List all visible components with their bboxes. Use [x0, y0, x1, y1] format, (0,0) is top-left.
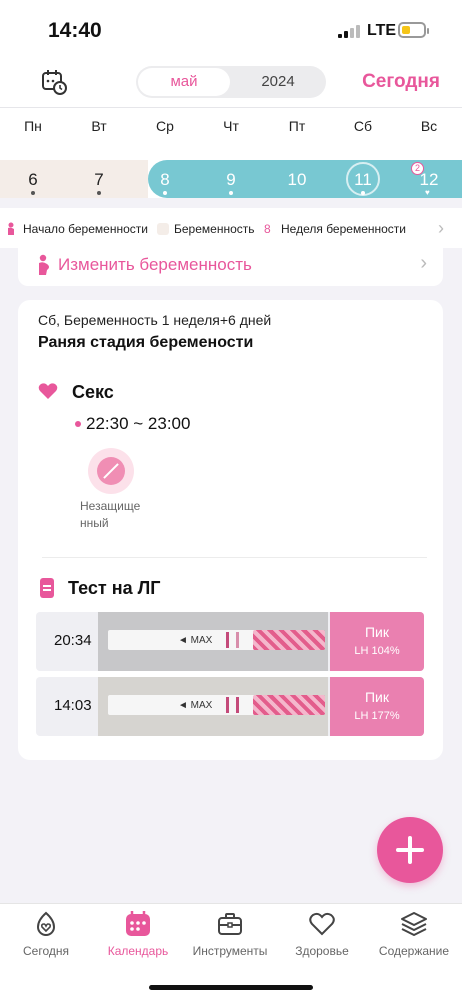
weekday-fri: Пт — [288, 118, 306, 134]
weekday-thu: Чт — [223, 118, 239, 134]
nav-today[interactable]: Сегодня — [0, 910, 92, 958]
today-button[interactable]: Сегодня — [362, 71, 440, 93]
date-cell[interactable]: 9 — [198, 170, 264, 190]
legend-pregnancy-swatch — [157, 223, 169, 235]
sex-time-range[interactable]: 22:30 ~ 23:00 — [86, 414, 190, 434]
nav-health[interactable]: Здоровье — [276, 910, 368, 958]
calendar-header: май 2024 Сегодня — [0, 56, 462, 108]
lh-test-row[interactable]: 20:34 ◄ MAX Пик LH 104% — [36, 612, 424, 671]
legend-pregnancy: Беременность — [174, 222, 255, 236]
nav-content[interactable]: Содержание — [368, 910, 460, 958]
unprotected-label: Незащище нный — [80, 499, 141, 530]
record-count-badge: 2 — [411, 162, 424, 175]
sex-section-title: Секс — [72, 382, 114, 402]
year-selector[interactable]: 2024 — [232, 68, 324, 96]
calendar-legend: Начало беременности Беременность 8 Недел… — [0, 208, 462, 248]
lh-test-time: 20:34 — [54, 632, 92, 649]
lh-result-badge: Пик LH 104% — [330, 612, 424, 671]
weekday-tue: Вт — [91, 118, 107, 134]
divider — [42, 557, 427, 558]
heart-marker-icon: ♥ — [425, 188, 430, 197]
signal-icon — [338, 25, 360, 38]
status-time: 14:40 — [48, 19, 102, 42]
lh-strip-photo: ◄ MAX — [98, 612, 328, 671]
day-subtitle: Сб, Беременность 1 неделя+6 дней — [38, 312, 272, 328]
lh-test-icon — [40, 578, 54, 598]
health-icon — [309, 912, 335, 936]
nav-calendar[interactable]: Календарь — [92, 910, 184, 958]
change-pregnancy-label: Изменить беременность — [58, 255, 252, 274]
date-cell[interactable]: 10 — [264, 170, 330, 190]
lh-test-time: 14:03 — [54, 697, 92, 714]
nav-tools[interactable]: Инструменты — [184, 910, 276, 958]
date-cell[interactable]: 12 — [396, 170, 462, 190]
battery-icon — [398, 22, 429, 38]
content-icon — [401, 912, 427, 936]
legend-week: Неделя беременности — [281, 222, 406, 236]
lh-test-title: Тест на ЛГ — [68, 578, 161, 598]
month-selector[interactable]: май — [138, 68, 230, 96]
weekday-wed: Ср — [156, 118, 174, 134]
unprotected-icon[interactable] — [88, 448, 134, 494]
pregnant-woman-icon — [39, 254, 49, 275]
weekday-sat: Сб — [353, 118, 373, 134]
weekday-sun: Вс — [420, 118, 438, 134]
change-pregnancy-row[interactable]: Изменить беременность › — [18, 244, 443, 286]
heart-icon — [38, 383, 58, 399]
date-cell[interactable]: 6 — [0, 170, 66, 190]
calendar-icon — [126, 911, 150, 936]
weekday-mon: Пн — [24, 118, 42, 134]
day-details-card: Сб, Беременность 1 неделя+6 дней Раняя с… — [18, 300, 443, 760]
weekday-row: Пн Вт Ср Чт Пт Сб Вс — [0, 108, 462, 160]
date-cell[interactable]: 7 — [66, 170, 132, 190]
home-indicator — [149, 985, 313, 990]
status-bar: 14:40 LTE — [0, 0, 462, 56]
lh-result-badge: Пик LH 177% — [330, 677, 424, 736]
pregnancy-stage: Раняя стадия беремености — [38, 334, 254, 351]
tools-icon — [218, 913, 242, 935]
date-cell-selected[interactable]: 11 — [330, 170, 396, 190]
lh-test-row[interactable]: 14:03 ◄ MAX Пик LH 177% — [36, 677, 424, 736]
chevron-right-icon[interactable]: › — [438, 218, 444, 239]
month-year-switch[interactable]: май 2024 — [136, 66, 326, 98]
network-label: LTE — [367, 22, 397, 39]
pregnancy-start-icon — [8, 222, 14, 235]
lh-strip-photo: ◄ MAX — [98, 677, 328, 736]
legend-week-number: 8 — [264, 222, 271, 236]
calendar-clock-icon[interactable] — [40, 68, 68, 96]
today-icon — [36, 911, 56, 936]
week-date-strip: 6 7 8 9 10 11 12 — [0, 160, 462, 198]
chevron-right-icon: › — [420, 252, 427, 274]
date-cell[interactable]: 8 — [132, 170, 198, 190]
add-record-button[interactable] — [377, 817, 443, 883]
legend-start: Начало беременности — [23, 222, 148, 236]
